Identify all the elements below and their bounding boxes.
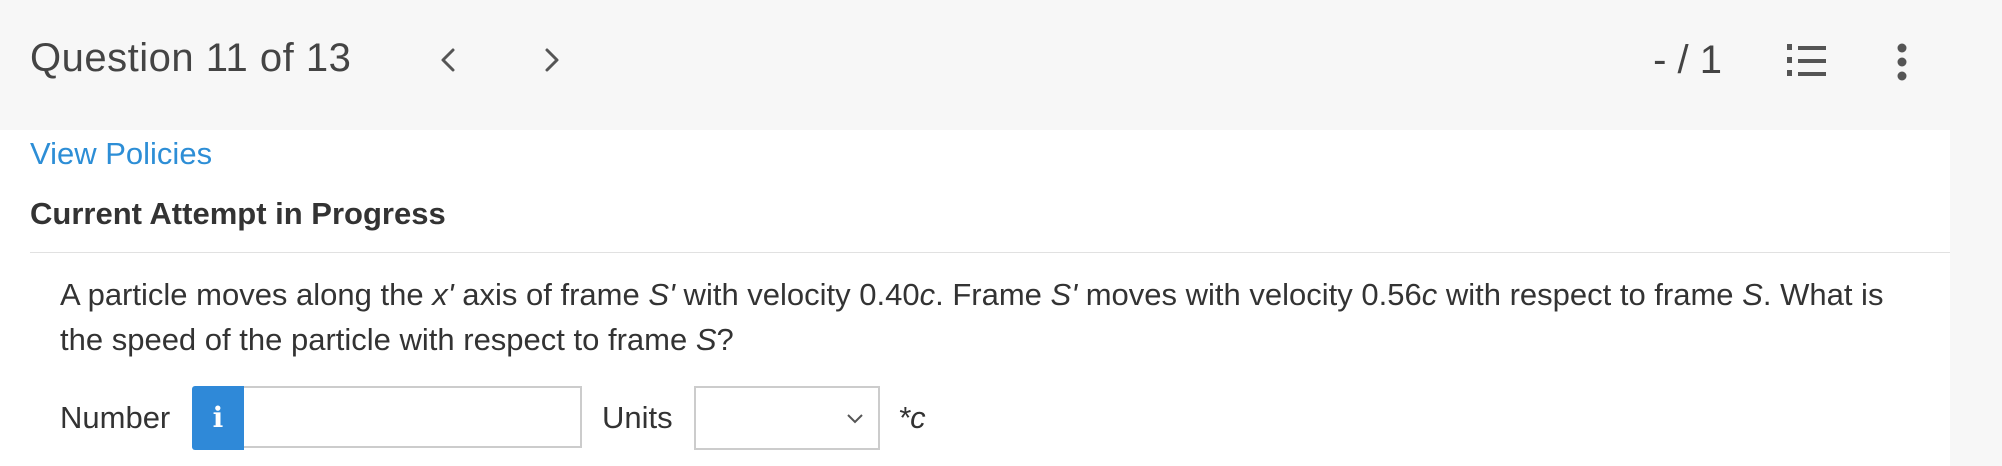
- number-label: Number: [60, 400, 171, 435]
- numbered-list-icon: [1787, 44, 1826, 76]
- score-display: - / 1: [1653, 38, 1722, 82]
- view-policies-link[interactable]: View Policies: [30, 136, 212, 172]
- answer-row: Number i Units *c: [60, 386, 1860, 452]
- question-list-button[interactable]: [1784, 42, 1828, 80]
- chevron-left-icon: [441, 48, 455, 72]
- question-counter: Question 11 of 13: [30, 36, 352, 80]
- units-suffix: *c: [898, 400, 926, 435]
- number-input[interactable]: [244, 386, 582, 448]
- question-header: Question 11 of 13 - / 1: [0, 0, 2002, 130]
- more-vertical-icon: [1897, 43, 1907, 81]
- question-content: View Policies Current Attempt in Progres…: [0, 130, 1950, 466]
- info-button[interactable]: i: [192, 386, 244, 450]
- units-dropdown[interactable]: [694, 386, 880, 450]
- units-label: Units: [602, 400, 673, 435]
- chevron-down-icon: [847, 414, 863, 424]
- previous-question-button[interactable]: [428, 40, 468, 80]
- info-icon: i: [212, 401, 224, 434]
- attempt-status: Current Attempt in Progress: [30, 196, 446, 231]
- question-text: A particle moves along the x' axis of fr…: [60, 277, 1884, 357]
- next-question-button[interactable]: [532, 40, 572, 80]
- chevron-right-icon: [545, 48, 559, 72]
- more-options-button[interactable]: [1884, 40, 1920, 84]
- divider: [30, 252, 1950, 253]
